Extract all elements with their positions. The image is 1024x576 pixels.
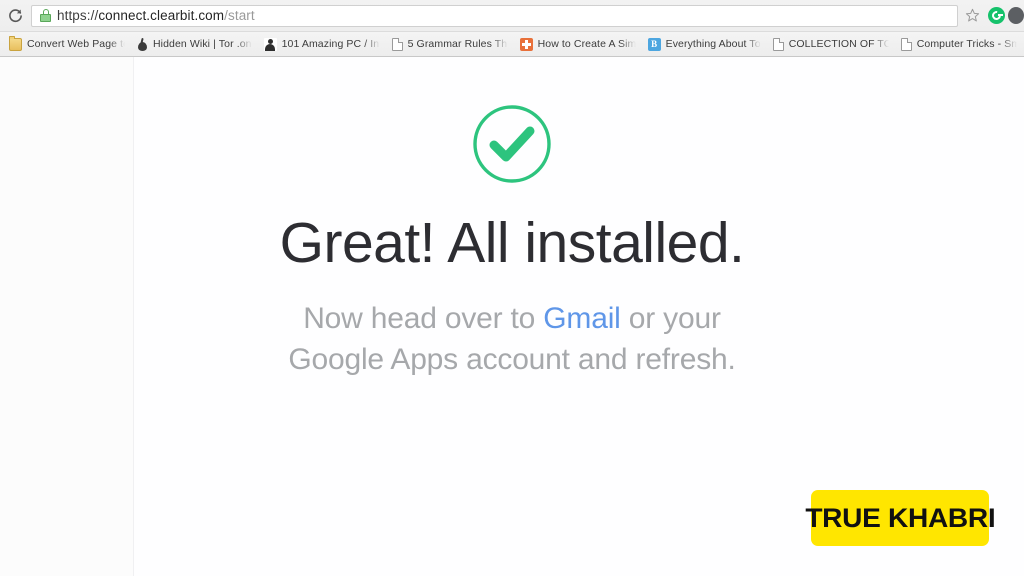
- subtitle-text-before: Now head over to: [303, 301, 544, 335]
- watermark-text: TRUE KHABRI: [805, 502, 996, 533]
- bookmark-item[interactable]: 5 Grammar Rules Tha: [389, 34, 511, 54]
- document-icon: [391, 37, 403, 51]
- blogger-icon: B: [647, 37, 661, 51]
- bookmark-label: 101 Amazing PC / Int: [281, 38, 380, 50]
- bookmark-item[interactable]: Computer Tricks - Sm: [898, 34, 1020, 54]
- reload-icon[interactable]: [2, 3, 28, 29]
- subtitle-line-2: Google Apps account and refresh.: [288, 343, 736, 377]
- onion-icon: [137, 38, 148, 51]
- document-icon: [900, 37, 912, 51]
- bookmarks-bar: Convert Web Page to Hidden Wiki | Tor .o…: [0, 31, 1024, 56]
- page-subtitle: Now head over to Gmail or your Google Ap…: [288, 298, 735, 381]
- url-text: https://connect.clearbit.com/start: [57, 6, 255, 26]
- subtitle-line-1: Now head over to Gmail or your: [288, 298, 735, 339]
- browser-window: Great! All installed. Now head over to G…: [0, 0, 1024, 576]
- avatar-icon: [263, 37, 277, 51]
- browser-chrome: https://connect.clearbit.com/start Conve…: [0, 0, 1024, 57]
- subtitle-text-after: or your: [620, 301, 721, 335]
- bookmark-label: Hidden Wiki | Tor .on: [153, 38, 252, 50]
- address-bar[interactable]: https://connect.clearbit.com/start: [31, 4, 958, 27]
- bookmark-item[interactable]: B Everything About To: [645, 34, 764, 54]
- extension-icon-partial[interactable]: [1008, 4, 1024, 28]
- bookmark-item[interactable]: Convert Web Page to: [6, 34, 128, 54]
- orange-plus-icon: [519, 37, 533, 51]
- bookmark-label: COLLECTION OF TOP: [788, 38, 889, 50]
- bookmark-star-icon[interactable]: [960, 4, 984, 28]
- watermark-badge: TRUE KHABRI: [805, 490, 995, 546]
- bookmark-item[interactable]: COLLECTION OF TOP: [770, 34, 892, 54]
- document-icon: [772, 37, 784, 51]
- url-host: connect.clearbit.com: [98, 7, 225, 23]
- bookmark-item[interactable]: 101 Amazing PC / Int: [261, 34, 383, 54]
- folder-icon: [9, 36, 22, 51]
- bookmark-label: 5 Grammar Rules Tha: [407, 38, 508, 50]
- url-scheme: https://: [57, 7, 99, 23]
- lock-icon: [39, 9, 52, 23]
- bookmark-label: Everything About To: [665, 38, 761, 50]
- url-path: /start: [224, 7, 255, 23]
- bookmark-item[interactable]: How to Create A Simp: [517, 34, 639, 54]
- page-title: Great! All installed.: [279, 211, 745, 275]
- browser-toolbar: https://connect.clearbit.com/start: [0, 0, 1024, 31]
- bookmark-item[interactable]: Hidden Wiki | Tor .on: [134, 34, 255, 54]
- check-circle-icon: [470, 102, 554, 186]
- bookmark-label: Convert Web Page to: [27, 38, 125, 50]
- bookmark-label: Computer Tricks - Sm: [916, 38, 1017, 50]
- gmail-link[interactable]: Gmail: [543, 302, 621, 335]
- bookmark-label: How to Create A Simp: [537, 38, 636, 50]
- grammarly-extension-icon[interactable]: [984, 4, 1008, 28]
